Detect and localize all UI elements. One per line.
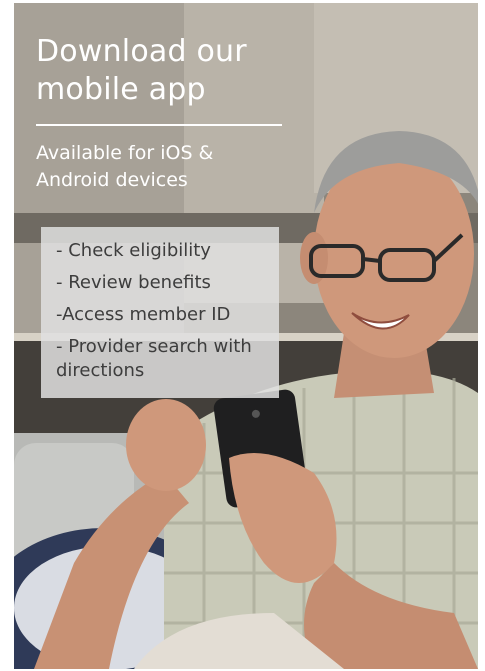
feature-item: -Access member ID [56,304,231,325]
promo-title: Download our mobile app [36,34,247,107]
feature-item: - Review benefits [56,272,211,293]
feature-item: - Check eligibility [56,240,211,261]
title-divider [36,124,282,126]
app-promo-banner: Download our mobile app Available for iO… [14,3,478,669]
feature-list: - Check eligibility - Review benefits -A… [41,227,279,398]
promo-subtitle: Available for iOS & Android devices [36,142,214,191]
feature-item: - Provider search with directions [56,336,252,381]
